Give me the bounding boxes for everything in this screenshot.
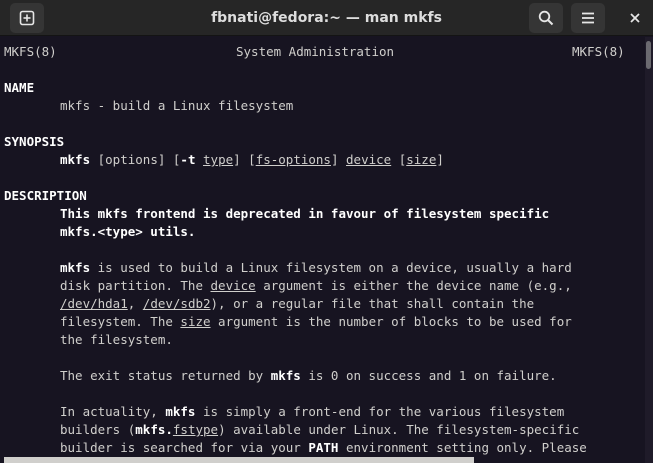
arg-fs-options: fs-options bbox=[255, 152, 331, 167]
section-heading-name: NAME bbox=[4, 80, 35, 95]
description-p3-line-2: builders (mkfs.fstype) available under L… bbox=[60, 422, 580, 437]
hamburger-menu-icon bbox=[582, 12, 594, 24]
close-icon bbox=[630, 13, 640, 23]
scrollbar-thumb[interactable] bbox=[646, 41, 651, 69]
man-header-right: MKFS(8) bbox=[572, 44, 625, 59]
name-text: mkfs - build a Linux filesystem bbox=[60, 98, 294, 113]
description-p2-line: The exit status returned by mkfs is 0 on… bbox=[60, 368, 557, 383]
description-p3-line-3: builder is searched for via your PATH en… bbox=[60, 440, 587, 455]
pager-status-line bbox=[4, 457, 474, 463]
option-t: -t bbox=[180, 152, 196, 167]
synopsis-command: mkfs bbox=[60, 152, 91, 167]
synopsis-line: mkfs [options] [-t type] [fs-options] de… bbox=[60, 152, 444, 167]
title-bar: fbnati@fedora:~ — man mkfs bbox=[0, 0, 653, 36]
search-button[interactable] bbox=[529, 3, 563, 33]
new-tab-button[interactable] bbox=[10, 3, 44, 33]
description-p1-line-2: disk partition. The device argument is e… bbox=[60, 278, 572, 293]
description-p1-line-4: filesystem. The size argument is the num… bbox=[60, 314, 572, 329]
section-heading-description: DESCRIPTION bbox=[4, 188, 87, 203]
man-header-left: MKFS(8) bbox=[4, 44, 57, 59]
description-p1-line-3: /dev/hda1, /dev/sdb2), or a regular file… bbox=[60, 296, 535, 311]
close-button[interactable] bbox=[618, 3, 652, 33]
description-p1-line-5: the filesystem. bbox=[60, 332, 173, 347]
search-icon bbox=[538, 10, 554, 26]
description-p3-line-1: In actuality, mkfs is simply a front-end… bbox=[60, 404, 565, 419]
scrollbar[interactable] bbox=[645, 37, 653, 463]
deprecation-line-1: This mkfs frontend is deprecated in favo… bbox=[60, 206, 550, 221]
arg-size: size bbox=[406, 152, 437, 167]
section-heading-synopsis: SYNOPSIS bbox=[4, 134, 65, 149]
terminal-output[interactable]: MKFS(8) System Administration MKFS(8) NA… bbox=[0, 37, 645, 463]
description-p1-line-1: mkfs is used to build a Linux filesystem… bbox=[60, 260, 572, 275]
man-header-center: System Administration bbox=[236, 44, 395, 59]
menu-button[interactable] bbox=[571, 3, 605, 33]
new-tab-icon bbox=[19, 10, 35, 26]
arg-type: type bbox=[203, 152, 234, 167]
deprecation-line-2: mkfs.<type> utils. bbox=[60, 224, 196, 239]
arg-device: device bbox=[346, 152, 392, 167]
